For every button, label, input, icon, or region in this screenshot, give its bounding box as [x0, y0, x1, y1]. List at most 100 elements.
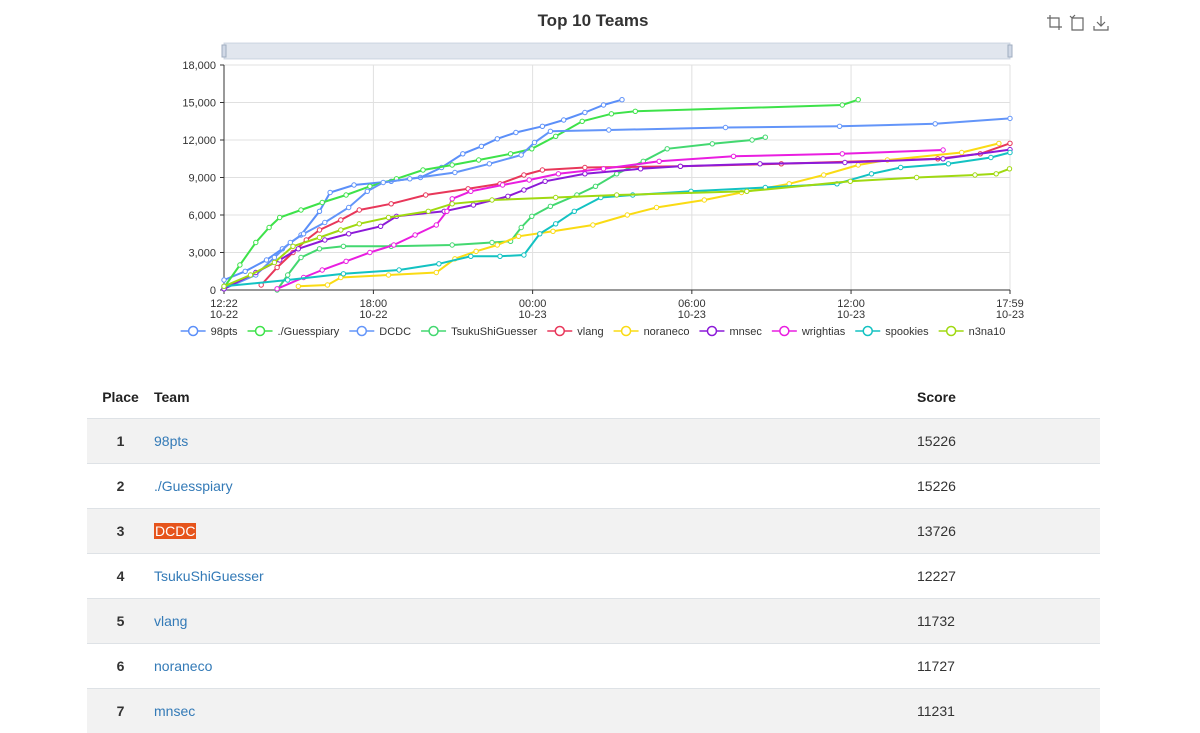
- data-point: [731, 154, 735, 158]
- table-row: 6 noraneco 11727: [87, 644, 1100, 689]
- zoom-slider-window: [224, 43, 1010, 59]
- data-point: [479, 144, 483, 148]
- place-cell: 3: [87, 509, 154, 554]
- score-cell: 11732: [917, 599, 1100, 644]
- y-tick-label: 9,000: [188, 173, 216, 185]
- data-point: [339, 218, 343, 222]
- legend-symbol: [189, 327, 198, 336]
- zoom-icon[interactable]: [1046, 14, 1064, 32]
- data-point: [317, 235, 321, 239]
- data-point: [750, 138, 754, 142]
- data-point: [960, 150, 964, 154]
- zoom-reset-icon[interactable]: [1069, 14, 1087, 32]
- data-point: [299, 208, 303, 212]
- legend-item[interactable]: spookies: [855, 326, 929, 338]
- data-point: [1008, 141, 1012, 145]
- data-point: [426, 209, 430, 213]
- data-point: [572, 209, 576, 213]
- data-point: [341, 272, 345, 276]
- data-point: [386, 273, 390, 277]
- legend-item[interactable]: wrightias: [772, 326, 846, 338]
- place-cell: 2: [87, 464, 154, 509]
- data-point: [339, 228, 343, 232]
- data-point: [471, 203, 475, 207]
- team-link[interactable]: noraneco: [154, 658, 212, 674]
- data-point: [591, 223, 595, 227]
- team-link-highlighted[interactable]: DCDC: [154, 523, 196, 539]
- data-point: [583, 172, 587, 176]
- data-point: [381, 180, 385, 184]
- team-link[interactable]: mnsec: [154, 703, 195, 719]
- data-point: [238, 263, 242, 267]
- data-point: [474, 249, 478, 253]
- legend-label: noraneco: [644, 326, 690, 338]
- data-point: [654, 205, 658, 209]
- data-point: [272, 255, 276, 259]
- table-row: 2 ./Guesspiary 15226: [87, 464, 1100, 509]
- zoom-slider-handle[interactable]: [222, 45, 226, 57]
- data-point: [278, 215, 282, 219]
- data-point: [469, 254, 473, 258]
- data-point: [532, 140, 536, 144]
- legend-label: 98pts: [211, 326, 238, 338]
- legend-item[interactable]: vlang: [547, 326, 603, 338]
- score-cell: 11727: [917, 644, 1100, 689]
- data-point: [899, 165, 903, 169]
- download-icon[interactable]: [1092, 14, 1110, 32]
- team-link[interactable]: 98pts: [154, 433, 188, 449]
- data-point: [421, 168, 425, 172]
- legend-item[interactable]: DCDC: [349, 326, 411, 338]
- data-point: [495, 243, 499, 247]
- legend-label: DCDC: [379, 326, 411, 338]
- data-point: [843, 160, 847, 164]
- data-point: [296, 247, 300, 251]
- data-point: [702, 198, 706, 202]
- chart-title: Top 10 Teams: [538, 11, 649, 30]
- data-point: [389, 202, 393, 206]
- team-link[interactable]: TsukuShiGuesser: [154, 568, 264, 584]
- data-point: [248, 273, 252, 277]
- data-point: [368, 250, 372, 254]
- data-point: [434, 223, 438, 227]
- data-point: [352, 183, 356, 187]
- data-point: [392, 243, 396, 247]
- data-point: [317, 209, 321, 213]
- data-point: [461, 152, 465, 156]
- data-point: [254, 240, 258, 244]
- x-tick-label: 10-22: [210, 309, 238, 321]
- zoom-slider-handle[interactable]: [1008, 45, 1012, 57]
- data-point: [320, 200, 324, 204]
- legend-symbol: [429, 327, 438, 336]
- legend-label: n3na10: [969, 326, 1006, 338]
- data-point: [989, 155, 993, 159]
- legend-item[interactable]: n3na10: [939, 326, 1006, 338]
- data-point: [548, 129, 552, 133]
- data-point: [341, 244, 345, 248]
- score-cell: 15226: [917, 419, 1100, 464]
- data-point: [538, 232, 542, 236]
- legend-item[interactable]: TsukuShiGuesser: [421, 326, 538, 338]
- legend-label: ./Guesspiary: [278, 326, 340, 338]
- data-point: [344, 259, 348, 263]
- legend-item[interactable]: 98pts: [181, 326, 238, 338]
- score-column-header: Score: [917, 375, 1100, 419]
- team-link[interactable]: vlang: [154, 613, 187, 629]
- team-link[interactable]: ./Guesspiary: [154, 478, 233, 494]
- data-point: [556, 172, 560, 176]
- table-row: 4 TsukuShiGuesser 12227: [87, 554, 1100, 599]
- data-point: [264, 258, 268, 262]
- data-point: [758, 162, 762, 166]
- data-point: [633, 109, 637, 113]
- data-point: [941, 157, 945, 161]
- data-point: [222, 284, 226, 288]
- data-point: [554, 134, 558, 138]
- data-point: [469, 189, 473, 193]
- data-point: [397, 268, 401, 272]
- legend-item[interactable]: ./Guesspiary: [248, 326, 340, 338]
- legend-item[interactable]: mnsec: [699, 326, 762, 338]
- data-point: [840, 103, 844, 107]
- y-tick-label: 15,000: [182, 98, 216, 110]
- data-point: [275, 265, 279, 269]
- data-point: [357, 208, 361, 212]
- legend-item[interactable]: noraneco: [614, 326, 690, 338]
